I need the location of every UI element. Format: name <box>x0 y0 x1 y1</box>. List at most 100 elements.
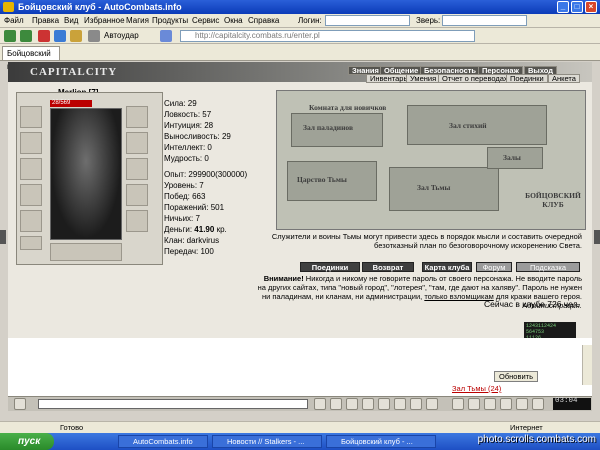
helmet-slot[interactable] <box>20 106 42 128</box>
stat-agility: Ловкость: 57 <box>164 110 212 119</box>
music-icon[interactable] <box>394 398 406 410</box>
nav-profile[interactable]: Анкета <box>548 74 580 83</box>
task-news[interactable]: Новости // Stalkers - ... <box>212 435 322 448</box>
map-label-kingdom: Царство Тьмы <box>297 175 347 184</box>
filter-icon[interactable] <box>362 398 374 410</box>
translit-icon[interactable] <box>410 398 422 410</box>
stat-intuition: Интуиция: 28 <box>164 121 214 130</box>
gloves-slot[interactable] <box>126 132 148 154</box>
back-icon[interactable] <box>4 30 16 42</box>
menu-favorites[interactable]: Избранное <box>84 16 125 25</box>
armor-slot[interactable] <box>20 210 42 232</box>
room-link[interactable]: Зал Тьмы (24) <box>452 384 501 393</box>
sound-icon[interactable] <box>378 398 390 410</box>
chat-menu-icon[interactable] <box>14 398 26 410</box>
online-count: Сейчас в клубе 726 чел. <box>484 299 580 309</box>
refresh-button[interactable]: Обновить <box>494 371 538 382</box>
scroll-slots[interactable] <box>50 243 122 261</box>
task-autocombats[interactable]: AutoCombats.info <box>118 435 208 448</box>
menu-edit[interactable]: Правка <box>32 16 59 25</box>
location-description: Служители и воины Тьмы могут привести зд… <box>271 232 582 250</box>
address-url: http://capitalcity.combats.ru/enter.pl <box>195 31 320 40</box>
shield-slot[interactable] <box>126 158 148 180</box>
site-header: CAPITALCITY Знания Общение Безопасность … <box>8 62 592 83</box>
smiles-icon[interactable] <box>346 398 358 410</box>
login-field[interactable] <box>325 15 410 26</box>
autoattack-button[interactable]: Автоудар <box>104 31 139 40</box>
map-label-club: БОЙЦОВСКИЙ КЛУБ <box>525 191 581 209</box>
friends-icon[interactable] <box>484 398 496 410</box>
map-label-elements: Зал стихий <box>449 121 487 130</box>
nav-skills[interactable]: Умения <box>406 74 441 83</box>
settings-icon[interactable] <box>160 30 172 42</box>
menu-bar: Файл Правка Вид Избранное Магия Продукты… <box>0 14 600 28</box>
menu-magic[interactable]: Магия <box>126 16 149 25</box>
fight-icon[interactable] <box>452 398 464 410</box>
back-button[interactable]: Возврат <box>362 262 414 272</box>
chat-input[interactable] <box>38 399 308 409</box>
stat-exp: Опыт: 299900(300000) <box>164 170 248 179</box>
hp-bar: 28/569 <box>50 100 92 107</box>
weapon-slot[interactable] <box>20 184 42 206</box>
stat-endurance: Выносливость: 29 <box>164 132 231 141</box>
nav-inventory[interactable]: Инвентарь <box>366 74 412 83</box>
map-label-newbies: Комната для новичков <box>309 103 387 112</box>
tools-icon[interactable] <box>88 30 100 42</box>
minimize-button[interactable]: _ <box>557 1 569 13</box>
task-combats[interactable]: Бойцовский клуб - ... <box>326 435 436 448</box>
home-icon[interactable] <box>70 30 82 42</box>
site-logo: CAPITALCITY <box>30 66 118 78</box>
stat-wins: Побед: 663 <box>164 192 206 201</box>
nav-duels[interactable]: Поединки <box>506 74 548 83</box>
start-button[interactable]: пуск <box>0 433 54 450</box>
club-map-button[interactable]: Карта клуба <box>422 262 472 272</box>
belt-slot[interactable] <box>20 236 42 250</box>
hp-value: 28/569 <box>52 100 71 106</box>
maximize-button[interactable]: □ <box>571 1 583 13</box>
channel-icon[interactable] <box>426 398 438 410</box>
map-label-paladins: Зал паладинов <box>303 123 354 132</box>
menu-products[interactable]: Продукты <box>152 16 188 25</box>
right-panel-arrow-icon[interactable] <box>594 230 600 244</box>
window-title: Бойцовский клуб - AutoCombats.info <box>18 2 182 12</box>
bag-icon[interactable] <box>468 398 480 410</box>
menu-file[interactable]: Файл <box>4 16 24 25</box>
trade-icon[interactable] <box>532 398 544 410</box>
clear-icon[interactable] <box>330 398 342 410</box>
notice-head: Внимание! <box>263 274 304 283</box>
character-figure <box>50 108 122 240</box>
duels-button[interactable]: Поединки <box>300 262 360 272</box>
refresh-icon[interactable] <box>54 30 66 42</box>
forward-icon[interactable] <box>20 30 32 42</box>
left-panel-arrow-icon[interactable] <box>0 230 6 244</box>
send-icon[interactable] <box>314 398 326 410</box>
game-clock: 03:04 <box>553 397 591 410</box>
stat-intellect: Интеллект: 0 <box>164 143 212 152</box>
login-label: Логин: <box>298 16 322 25</box>
stat-wisdom: Мудрость: 0 <box>164 154 209 163</box>
hint-button[interactable]: Подсказка <box>516 262 580 272</box>
boots-slot[interactable] <box>126 210 148 232</box>
amulet-slot[interactable] <box>20 158 42 180</box>
mail-icon[interactable] <box>500 398 512 410</box>
chat-toolbar: 03:04 <box>8 396 592 411</box>
nav-transfer-report[interactable]: Отчет о переводах <box>438 74 512 83</box>
address-bar[interactable]: http://capitalcity.combats.ru/enter.pl <box>180 30 475 42</box>
ring-slot[interactable] <box>126 106 148 128</box>
menu-help[interactable]: Справка <box>248 16 279 25</box>
earring-slot[interactable] <box>20 132 42 154</box>
map-label-halls: Залы <box>503 153 521 162</box>
chat-scrollbar[interactable] <box>582 345 592 385</box>
stop-icon[interactable] <box>38 30 50 42</box>
pants-slot[interactable] <box>126 184 148 206</box>
beast-field[interactable] <box>442 15 527 26</box>
menu-view[interactable]: Вид <box>64 16 78 25</box>
close-button[interactable]: × <box>585 1 597 13</box>
forum-button[interactable]: Форум <box>476 262 512 272</box>
menu-windows[interactable]: Окна <box>224 16 243 25</box>
map-icon[interactable] <box>516 398 528 410</box>
stat-losses: Поражений: 501 <box>164 203 225 212</box>
tab-combats[interactable]: Бойцовский клуб <box>2 46 60 71</box>
taskbar: пуск AutoCombats.info Новости // Stalker… <box>0 433 600 450</box>
menu-service[interactable]: Сервис <box>192 16 219 25</box>
